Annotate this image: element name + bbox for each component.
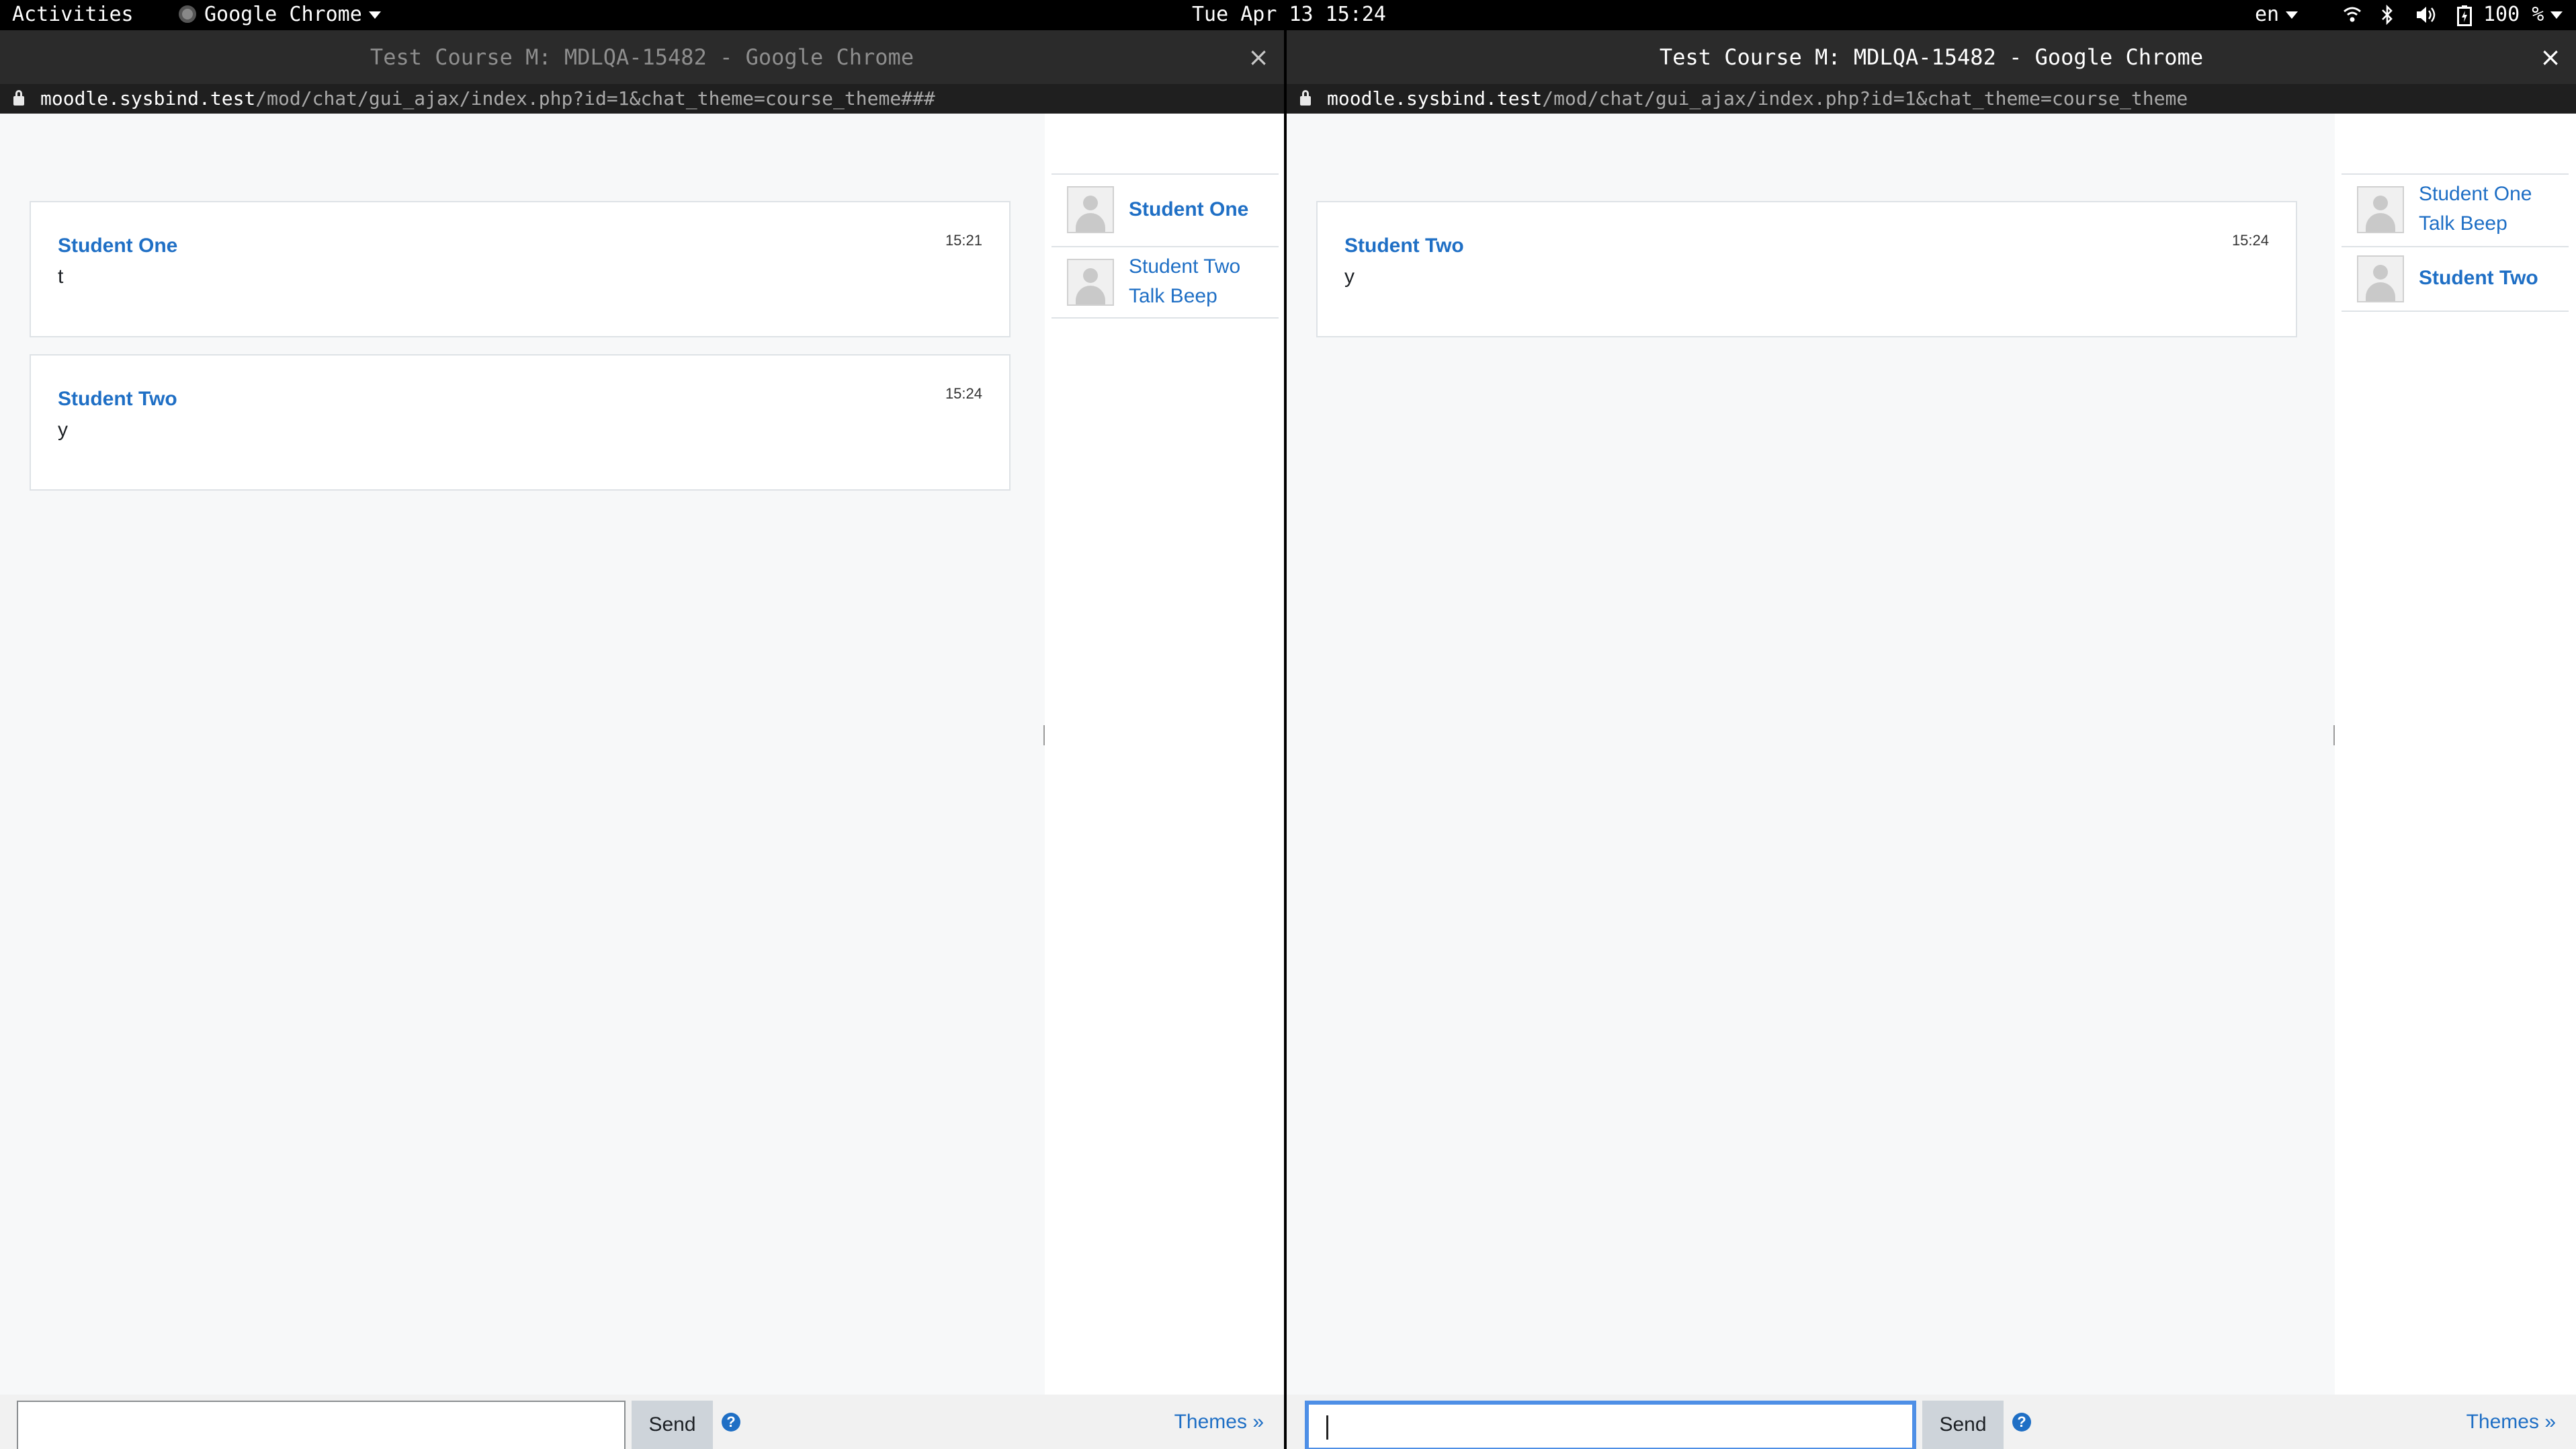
text-caret [1326,1415,1328,1440]
message-author[interactable]: Student One [58,235,177,257]
avatar [1067,259,1114,306]
user-item[interactable]: Student One Talk Beep [2342,173,2569,246]
window-title: Test Course M: MDLQA-15482 - Google Chro… [370,44,914,70]
chevron-down-icon [2286,11,2299,19]
activities-button[interactable]: Activities [12,3,134,27]
avatar [1067,186,1114,233]
window-titlebar[interactable]: Test Course M: MDLQA-15482 - Google Chro… [0,30,1284,84]
send-button[interactable]: Send [1922,1401,2004,1449]
clock[interactable]: Tue Apr 13 15:24 [1192,3,1386,27]
help-icon[interactable]: ? [2012,1413,2031,1432]
user-name[interactable]: Student Two [2419,263,2538,293]
chat-messages: Student Two y 15:24 [1287,114,2331,1424]
lock-icon [1300,90,1311,106]
system-top-bar: Activities Google Chrome Tue Apr 13 15:2… [0,0,2576,30]
message-input[interactable] [17,1401,626,1449]
url-path: /mod/chat/gui_ajax/index.php?id=1&chat_t… [1542,87,2188,110]
close-icon[interactable]: × [2540,30,2561,84]
chat-message: Student Two y 15:24 [30,354,1011,491]
chat-input-bar: Send ? Themes » [1287,1395,2576,1449]
user-item[interactable]: Student One [1051,173,1279,246]
user-item[interactable]: Student Two Talk Beep [1051,246,1279,319]
browser-window-right: Test Course M: MDLQA-15482 - Google Chro… [1287,30,2576,1449]
chrome-icon [179,5,196,23]
help-icon[interactable]: ? [722,1413,740,1432]
battery-menu[interactable]: 100 % [2483,3,2563,27]
volume-icon[interactable] [2415,5,2438,25]
browser-window-left: Test Course M: MDLQA-15482 - Google Chro… [0,30,1284,1449]
chat-message: Student Two y 15:24 [1316,201,2297,337]
user-item[interactable]: Student Two [2342,246,2569,312]
message-text: y [58,419,68,441]
language-menu[interactable]: en [2255,3,2299,27]
app-menu[interactable]: Google Chrome [179,3,381,27]
battery-percent: 100 % [2483,3,2544,26]
language-label: en [2255,3,2280,26]
battery-icon[interactable] [2456,5,2473,26]
avatar [2357,186,2404,233]
chat-input-bar: Send ? Themes » [0,1395,1284,1449]
url-path: /mod/chat/gui_ajax/index.php?id=1&chat_t… [255,87,935,110]
window-title: Test Course M: MDLQA-15482 - Google Chro… [1659,44,2204,70]
message-text: y [1344,265,1355,288]
window-titlebar[interactable]: Test Course M: MDLQA-15482 - Google Chro… [1287,30,2576,84]
chat-message: Student One t 15:21 [30,201,1011,337]
url-host: moodle.sysbind.test [1327,87,1543,110]
message-author[interactable]: Student Two [1344,235,1464,257]
bluetooth-icon[interactable] [2380,5,2395,25]
wifi-icon[interactable] [2342,5,2362,25]
user-status[interactable]: Talk Beep [2419,209,2507,239]
user-name[interactable]: Student One [2419,179,2532,209]
message-text: t [58,265,64,288]
app-menu-label: Google Chrome [204,3,362,26]
chat-messages: Student One t 15:21 Student Two y 15:24 [0,114,1045,1424]
avatar [2357,255,2404,302]
address-bar[interactable]: moodle.sysbind.test/mod/chat/gui_ajax/in… [1287,84,2576,114]
message-time: 15:24 [945,385,982,402]
send-button[interactable]: Send [632,1401,713,1449]
address-bar[interactable]: moodle.sysbind.test/mod/chat/gui_ajax/in… [0,84,1284,114]
message-author[interactable]: Student Two [58,388,177,411]
close-icon[interactable]: × [1248,30,1269,84]
users-list: Student One Talk Beep Student Two [2335,114,2576,1424]
message-input[interactable] [1305,1401,1916,1449]
user-name[interactable]: Student Two [1129,252,1240,282]
message-time: 15:24 [2231,232,2269,249]
themes-link[interactable]: Themes » [2466,1411,2556,1434]
lock-icon [13,90,24,106]
chevron-down-icon [2550,11,2563,19]
user-name[interactable]: Student One [1129,195,1248,224]
users-list: Student One Student Two Talk Beep [1045,114,1284,1424]
user-status[interactable]: Talk Beep [1129,282,1217,311]
message-time: 15:21 [945,232,982,249]
chevron-down-icon [368,11,381,19]
url-host: moodle.sysbind.test [40,87,256,110]
themes-link[interactable]: Themes » [1174,1411,1264,1434]
